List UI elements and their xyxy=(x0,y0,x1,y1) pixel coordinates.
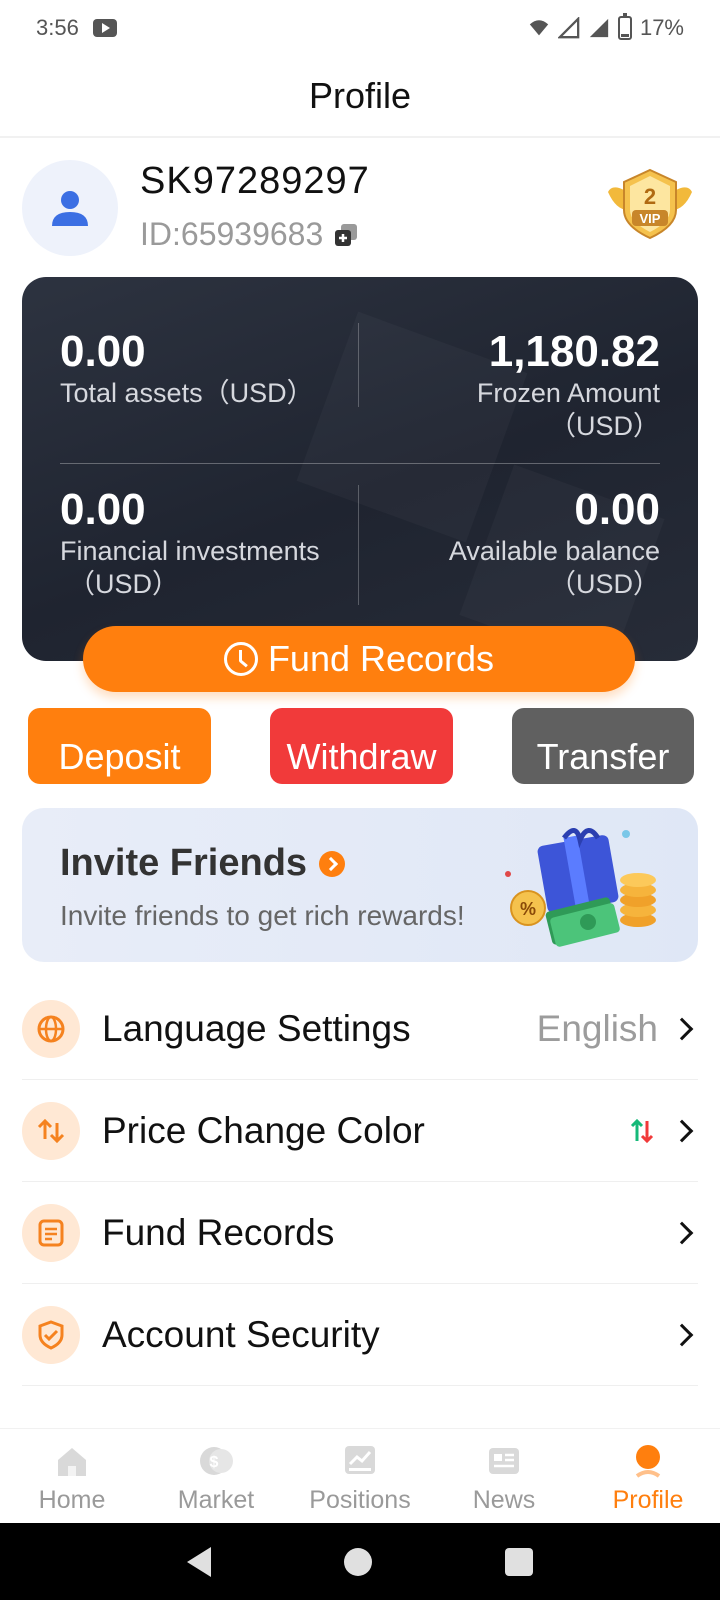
divider-vertical-top xyxy=(358,323,359,407)
battery-icon xyxy=(617,13,632,40)
menu-item-account-security[interactable]: Account Security xyxy=(22,1284,698,1386)
divider-horizontal xyxy=(60,463,660,464)
system-navigation-bar xyxy=(0,1523,720,1600)
swap-arrows-icon xyxy=(22,1101,80,1160)
tab-news[interactable]: News xyxy=(432,1429,576,1523)
frozen-amount: 1,180.82 Frozen Amount （USD） xyxy=(360,327,660,443)
recents-icon[interactable] xyxy=(505,1547,534,1576)
gift-illustration-icon: % xyxy=(505,828,656,947)
home-circle-icon[interactable] xyxy=(343,1547,372,1576)
available-balance-value: 0.00 xyxy=(574,485,660,534)
svg-text:%: % xyxy=(520,899,536,919)
menu-item-label: Account Security xyxy=(102,1313,380,1355)
financial-investments-unit: （USD） xyxy=(68,569,180,599)
tab-label: News xyxy=(472,1486,536,1514)
signal-icon xyxy=(557,17,580,39)
menu-item-label: Fund Records xyxy=(102,1211,335,1253)
arrow-right-circle-icon xyxy=(319,850,346,877)
invite-subtitle: Invite friends to get rich rewards! xyxy=(60,900,465,931)
vip-text: VIP xyxy=(640,211,661,226)
assets-card: 0.00 Total assets（USD） 1,180.82 Frozen A… xyxy=(22,277,698,661)
username: SK97289297 xyxy=(140,160,370,202)
user-id-row: ID:65939683 xyxy=(140,216,359,253)
tab-label: Market xyxy=(177,1486,255,1514)
copy-icon[interactable] xyxy=(333,222,359,248)
status-time: 3:56 xyxy=(36,15,79,40)
svg-text:$: $ xyxy=(210,1454,219,1471)
price-up-down-icon xyxy=(630,1117,654,1145)
financial-investments-value: 0.00 xyxy=(60,485,146,534)
total-assets: 0.00 Total assets（USD） xyxy=(60,327,360,410)
shield-check-icon xyxy=(22,1305,80,1364)
profile-icon xyxy=(635,1445,661,1478)
status-left: 3:56 xyxy=(36,15,117,41)
financial-investments-label: Financial investments xyxy=(60,536,320,566)
available-balance: 0.00 Available balance （USD） xyxy=(360,485,660,601)
menu-item-language-settings[interactable]: Language Settings English xyxy=(22,978,698,1080)
tab-label: Home xyxy=(38,1486,106,1514)
transfer-button[interactable]: Transfer xyxy=(512,708,694,784)
withdraw-button[interactable]: Withdraw xyxy=(270,708,453,784)
page-header: Profile xyxy=(0,56,720,138)
chevron-right-icon xyxy=(670,1221,694,1244)
menu-item-price-change-color[interactable]: Price Change Color xyxy=(22,1080,698,1182)
news-icon xyxy=(489,1448,519,1474)
page-title: Profile xyxy=(308,75,412,116)
invite-title-text: Invite Friends xyxy=(60,842,308,884)
tab-positions[interactable]: Positions xyxy=(288,1429,432,1523)
status-bar: 3:56 17% xyxy=(0,0,720,56)
user-icon xyxy=(52,191,88,226)
invite-friends-banner[interactable]: Invite Friends Invite friends to get ric… xyxy=(22,808,698,962)
frozen-amount-unit: （USD） xyxy=(548,411,660,441)
back-icon[interactable] xyxy=(186,1546,211,1577)
language-value: English xyxy=(536,1007,658,1049)
wifi-icon xyxy=(529,20,549,36)
clock-icon xyxy=(223,642,258,676)
youtube-notification-icon xyxy=(92,19,117,37)
menu-item-label: Price Change Color xyxy=(102,1109,425,1151)
tab-label: Positions xyxy=(309,1486,411,1514)
frozen-amount-value: 1,180.82 xyxy=(488,327,660,376)
fund-records-button[interactable]: Fund Records xyxy=(83,626,635,692)
total-assets-label: Total assets（USD） xyxy=(60,378,314,408)
tab-label: Profile xyxy=(612,1486,684,1514)
tab-profile[interactable]: Profile xyxy=(576,1429,720,1523)
signal-icon-2 xyxy=(589,18,609,38)
menu-item-fund-records[interactable]: Fund Records xyxy=(22,1182,698,1284)
chevron-right-icon xyxy=(670,1323,694,1346)
status-right: 17% xyxy=(528,13,684,41)
bottom-tab-bar: Home $ Market Positions News Profile xyxy=(0,1428,720,1523)
document-icon xyxy=(22,1203,80,1262)
tab-market[interactable]: $ Market xyxy=(144,1429,288,1523)
coin-icon: $ xyxy=(200,1447,233,1475)
fund-records-button-label: Fund Records xyxy=(267,638,495,679)
user-id: ID:65939683 xyxy=(140,216,324,252)
vip-badge[interactable]: 2 VIP xyxy=(602,162,698,242)
financial-investments: 0.00 Financial investments （USD） xyxy=(60,485,360,601)
invite-title: Invite Friends xyxy=(60,842,346,885)
chevron-right-icon xyxy=(670,1119,694,1142)
deposit-button[interactable]: Deposit xyxy=(28,708,211,784)
chevron-right-icon xyxy=(670,1017,694,1040)
globe-icon xyxy=(22,999,80,1058)
frozen-amount-label: Frozen Amount xyxy=(476,378,660,408)
total-assets-value: 0.00 xyxy=(60,327,146,376)
battery-percent: 17% xyxy=(639,15,684,40)
tab-home[interactable]: Home xyxy=(0,1429,144,1523)
menu-item-label: Language Settings xyxy=(102,1007,411,1049)
chart-icon xyxy=(345,1446,375,1474)
home-icon xyxy=(58,1448,86,1476)
available-balance-unit: （USD） xyxy=(548,569,660,599)
available-balance-label: Available balance xyxy=(448,536,660,566)
avatar[interactable] xyxy=(22,160,118,256)
vip-level: 2 xyxy=(644,184,656,209)
